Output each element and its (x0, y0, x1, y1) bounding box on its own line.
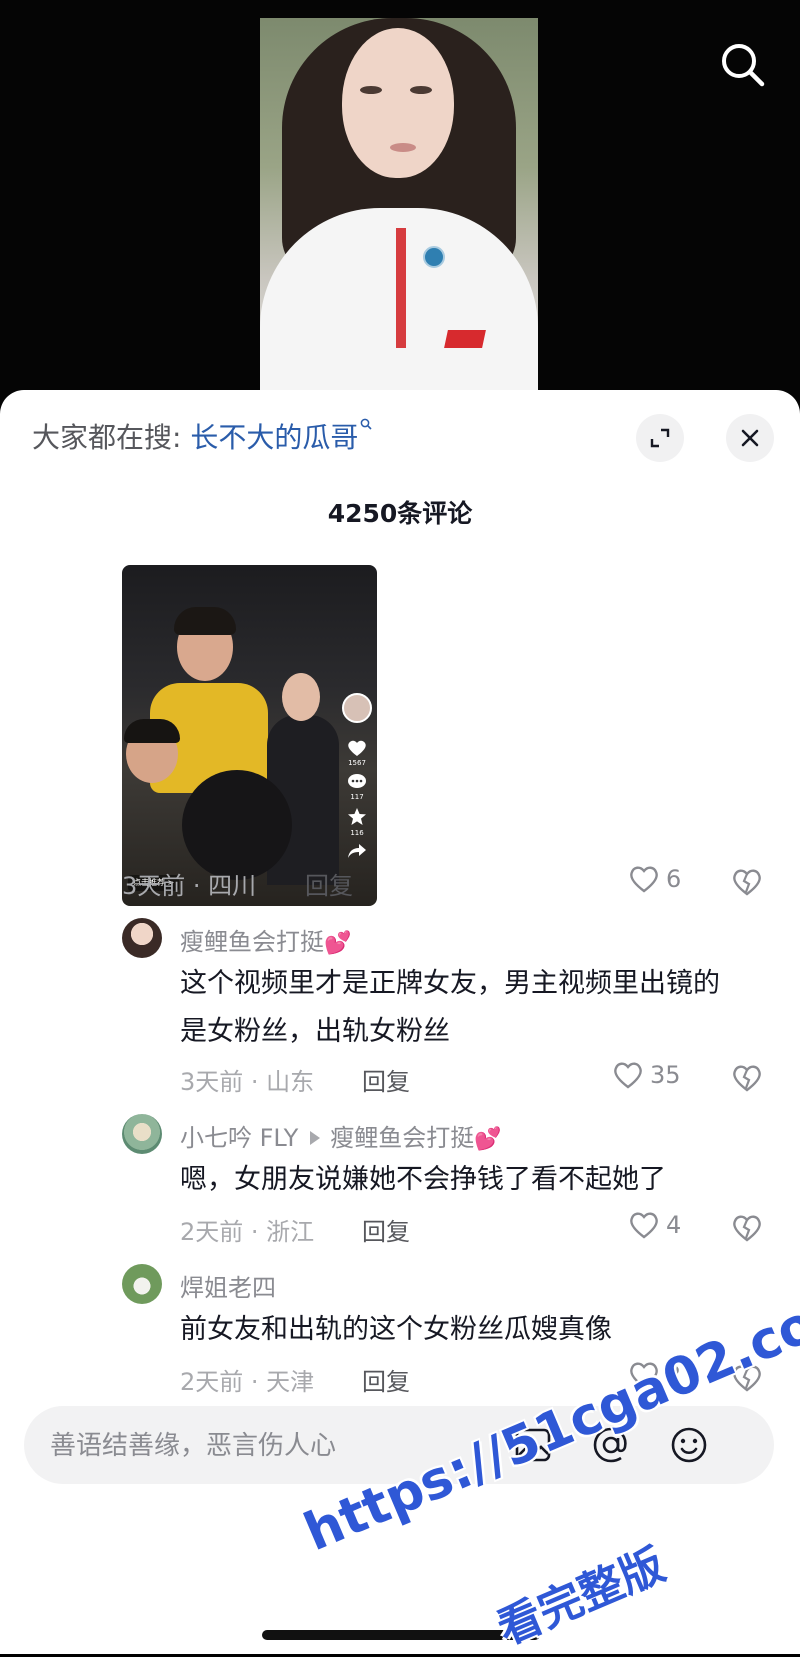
search-button[interactable] (716, 38, 770, 92)
reply-button[interactable]: 回复 (362, 1212, 410, 1247)
reply-to-username: 瘦鲤鱼会打挺 (330, 1124, 475, 1152)
like-count: 4 (666, 1211, 682, 1239)
dislike-icon (733, 1365, 761, 1392)
comment-input-bar (24, 1406, 774, 1486)
share-icon (348, 844, 366, 858)
emoji-icon (671, 1427, 707, 1463)
thumbnail-avatar (342, 693, 372, 723)
close-button[interactable] (726, 414, 774, 462)
home-indicator (262, 1630, 540, 1640)
thumbnail-like-count: 1567 (348, 759, 366, 767)
dislike-icon (733, 869, 761, 896)
dislike-button[interactable] (730, 1362, 764, 1396)
reply-button[interactable]: 回复 (362, 1362, 410, 1397)
mention-button[interactable] (590, 1424, 632, 1466)
like-button[interactable]: 4 (628, 1210, 681, 1240)
hot-search-prefix: 大家都在搜: (32, 421, 182, 454)
reply-button[interactable]: 回复 (305, 866, 353, 901)
thumbnail-side-actions: 1567 117 116 (342, 693, 372, 859)
dislike-button[interactable] (730, 866, 764, 900)
avatar[interactable] (122, 1114, 162, 1154)
hot-search-term-label: 长不大的瓜哥 (190, 421, 359, 454)
comment-text: 前女友和出轨的这个女粉丝瓜嫂真像 (180, 1314, 612, 1345)
thumbnail-comment-count: 117 (350, 793, 364, 801)
hot-search-term[interactable]: 长不大的瓜哥 (190, 418, 372, 454)
thumbnail-favorite-count: 116 (350, 829, 364, 837)
dislike-button[interactable] (730, 1212, 764, 1246)
avatar[interactable] (122, 918, 162, 958)
dislike-button[interactable] (730, 1062, 764, 1096)
emoji-button[interactable] (668, 1424, 710, 1466)
comment-icon (348, 774, 366, 788)
star-icon (348, 808, 366, 825)
like-button[interactable]: 6 (628, 864, 681, 894)
comment-text: 这个视频里才是正牌女友，男主视频里出镜的是女粉丝，出轨女粉丝 (180, 968, 720, 1047)
comment-username[interactable]: 小七吟 FLY 瘦鲤鱼会打挺💕 (180, 1118, 502, 1153)
at-icon (593, 1427, 627, 1463)
dislike-icon (733, 1065, 761, 1092)
heart-outline-icon (630, 1212, 658, 1239)
heart-outline-icon (614, 1062, 642, 1089)
dislike-icon (733, 1215, 761, 1242)
comment-time-location: 3天前 · 四川 (122, 872, 257, 900)
comment-time-location: 2天前 · 浙江 (180, 1218, 315, 1246)
like-count: 35 (650, 1061, 681, 1089)
comment-time-location: 3天前 · 山东 (180, 1068, 315, 1096)
search-icon (722, 44, 765, 87)
reply-button[interactable]: 回复 (362, 1062, 410, 1097)
reply-to-arrow-icon (310, 1131, 321, 1145)
comment-video-thumbnail[interactable]: 1567 117 116 点击推荐 > (122, 565, 377, 906)
comment-input[interactable] (48, 1406, 492, 1486)
double-heart-emoji: 💕 (324, 931, 352, 956)
image-button[interactable] (512, 1424, 554, 1466)
heart-outline-icon (630, 1362, 658, 1389)
comment-sheet: 大家都在搜: 长不大的瓜哥 4250条评论 1567 117 116 点击推荐 … (0, 390, 800, 1654)
comment-username[interactable]: 焊姐老四 (180, 1268, 276, 1303)
mini-search-icon (361, 418, 372, 430)
like-button[interactable]: 35 (612, 1060, 681, 1090)
like-button[interactable]: 2 (628, 1360, 681, 1390)
username-label: 小七吟 FLY (180, 1124, 299, 1152)
like-count: 2 (666, 1361, 682, 1389)
comment-username[interactable]: 瘦鲤鱼会打挺💕 (180, 922, 351, 957)
double-heart-emoji: 💕 (474, 1127, 502, 1152)
comment-text: 嗯，女朋友说嫌她不会挣钱了看不起她了 (180, 1164, 666, 1195)
image-icon (515, 1428, 551, 1462)
comment-count: 4250条评论 (327, 499, 473, 528)
hot-search-bar: 大家都在搜: 长不大的瓜哥 (32, 418, 372, 458)
username-label: 瘦鲤鱼会打挺 (180, 928, 324, 956)
avatar[interactable] (122, 1264, 162, 1304)
expand-icon (650, 428, 670, 448)
video-player[interactable] (0, 0, 800, 420)
close-icon (741, 429, 759, 447)
heart-outline-icon (630, 866, 658, 893)
expand-button[interactable] (636, 414, 684, 462)
video-frame (260, 18, 538, 390)
comment-time-location: 2天前 · 天津 (180, 1368, 315, 1396)
heart-icon (348, 740, 366, 756)
like-count: 6 (666, 865, 682, 893)
